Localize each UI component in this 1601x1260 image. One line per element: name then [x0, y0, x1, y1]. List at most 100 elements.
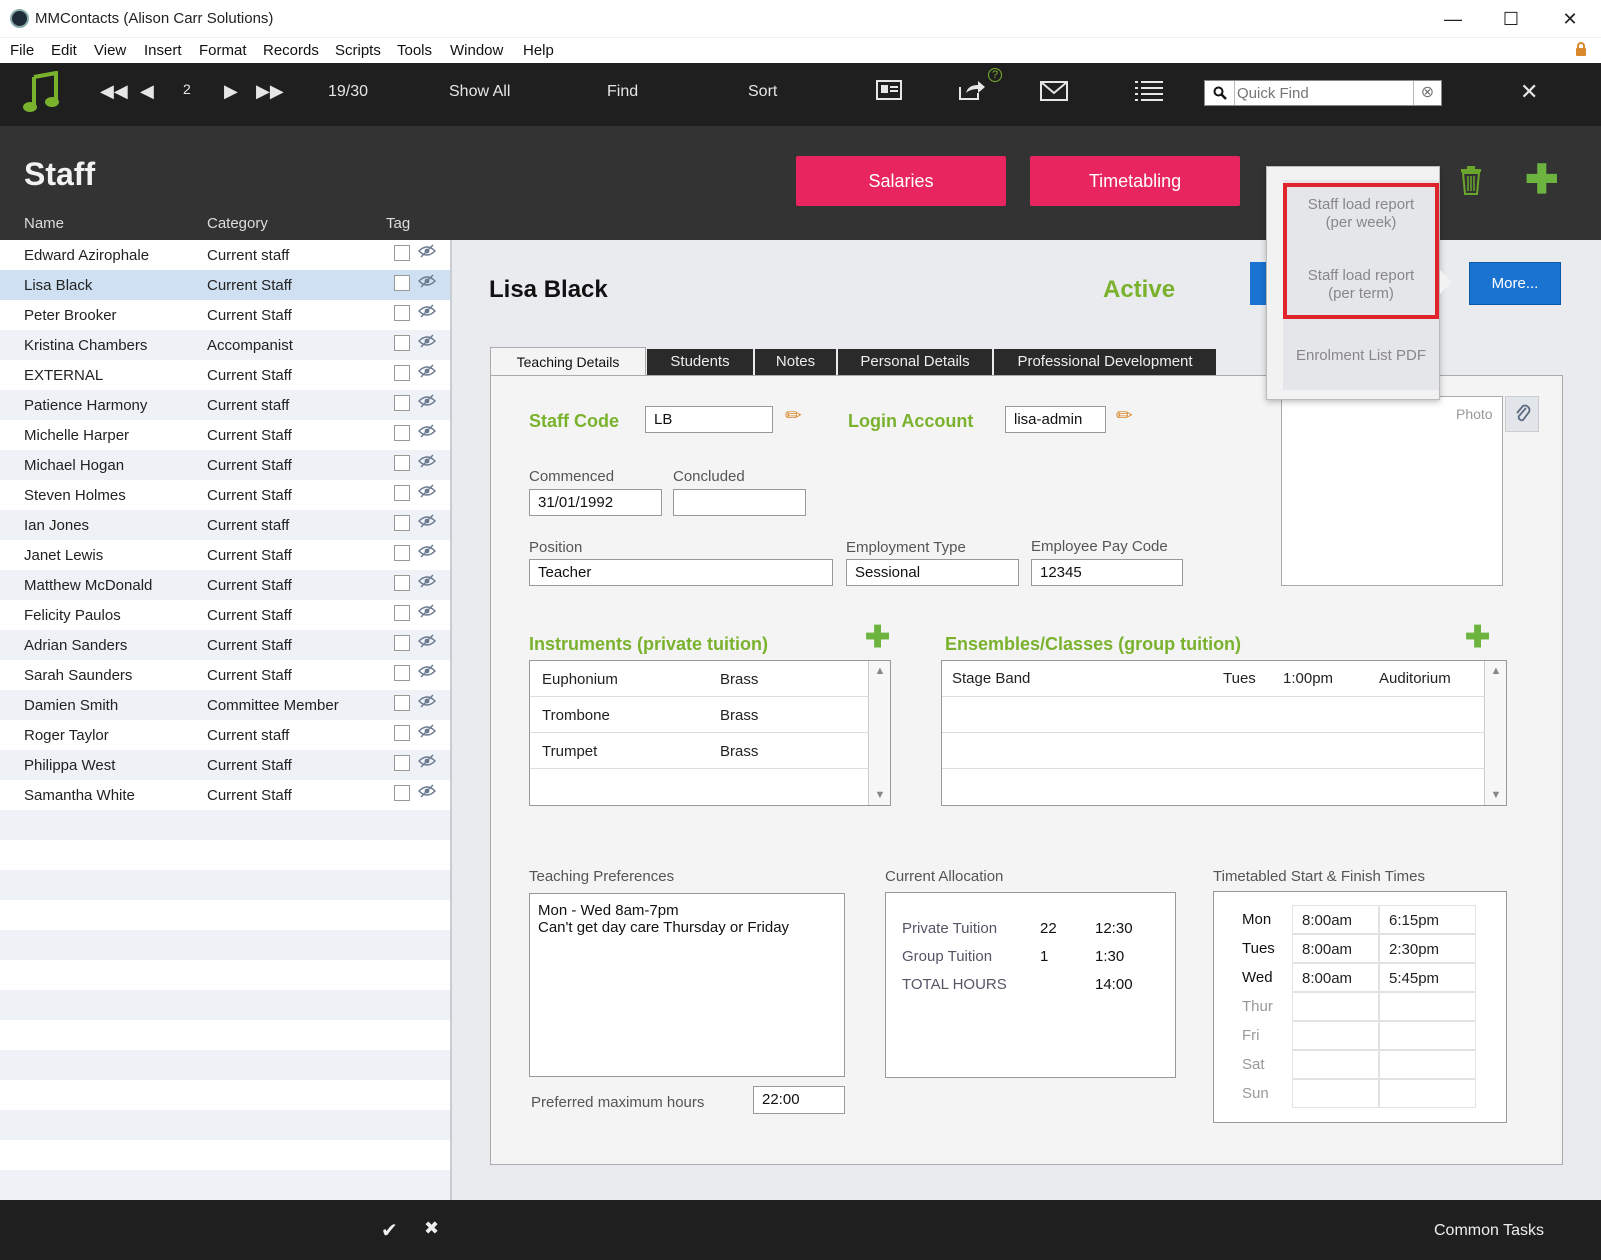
finish-time-field[interactable]: 6:15pm	[1379, 905, 1476, 934]
show-all-button[interactable]: Show All	[449, 83, 510, 101]
tag-checkbox[interactable]	[394, 365, 410, 381]
tag-checkbox[interactable]	[394, 755, 410, 771]
ensemble-row[interactable]	[942, 733, 1485, 769]
hide-eye-icon[interactable]	[418, 754, 436, 771]
list-item[interactable]: Adrian Sanders Current Staff	[0, 630, 450, 660]
tag-checkbox[interactable]	[394, 725, 410, 741]
menu-insert[interactable]: Insert	[144, 42, 182, 59]
quick-find-input[interactable]	[1237, 83, 1407, 103]
trash-icon[interactable]	[1459, 165, 1483, 202]
list-item[interactable]: Samantha White Current Staff	[0, 780, 450, 810]
tag-checkbox[interactable]	[394, 785, 410, 801]
menu-view[interactable]: View	[94, 42, 126, 59]
tab-personal-details[interactable]: Personal Details	[838, 349, 992, 375]
tag-checkbox[interactable]	[394, 575, 410, 591]
menu-scripts[interactable]: Scripts	[335, 42, 381, 59]
staff-code-field[interactable]: LB	[645, 406, 773, 433]
clear-search-icon[interactable]: ⊗	[1413, 81, 1441, 105]
tag-checkbox[interactable]	[394, 305, 410, 321]
list-item[interactable]: Michelle Harper Current Staff	[0, 420, 450, 450]
finish-time-field[interactable]: 2:30pm	[1379, 934, 1476, 963]
edit-staff-code-icon[interactable]: ✏	[785, 403, 802, 428]
first-record-icon[interactable]: ◀◀	[100, 81, 128, 102]
tag-checkbox[interactable]	[394, 695, 410, 711]
record-number[interactable]: 2	[183, 81, 191, 97]
hide-eye-icon[interactable]	[418, 244, 436, 261]
hide-eye-icon[interactable]	[418, 664, 436, 681]
list-item[interactable]: Patience Harmony Current staff	[0, 390, 450, 420]
start-time-field[interactable]: 8:00am	[1292, 963, 1379, 992]
finish-time-field[interactable]	[1379, 1021, 1476, 1050]
scroll-up-icon[interactable]: ▲	[1485, 665, 1507, 677]
tag-checkbox[interactable]	[394, 455, 410, 471]
list-item[interactable]: Matthew McDonald Current Staff	[0, 570, 450, 600]
list-item[interactable]: Damien Smith Committee Member	[0, 690, 450, 720]
close-window-button[interactable]: ✕	[1555, 6, 1585, 32]
hide-eye-icon[interactable]	[418, 544, 436, 561]
menu-file[interactable]: File	[10, 42, 34, 59]
tag-checkbox[interactable]	[394, 515, 410, 531]
list-item[interactable]: Roger Taylor Current staff	[0, 720, 450, 750]
hide-eye-icon[interactable]	[418, 274, 436, 291]
tab-students[interactable]: Students	[647, 349, 753, 375]
finish-time-field[interactable]	[1379, 992, 1476, 1021]
action-button[interactable]	[1250, 262, 1266, 305]
menu-edit[interactable]: Edit	[51, 42, 77, 59]
hide-eye-icon[interactable]	[418, 724, 436, 741]
scroll-down-icon[interactable]: ▼	[869, 789, 891, 801]
hide-eye-icon[interactable]	[418, 784, 436, 801]
column-header-name[interactable]: Name	[24, 215, 64, 232]
ensemble-row[interactable]	[942, 697, 1485, 733]
instrument-row[interactable]: Euphonium Brass	[530, 661, 869, 697]
tab-professional-development[interactable]: Professional Development	[994, 349, 1216, 375]
start-time-field[interactable]	[1292, 1079, 1379, 1108]
tag-checkbox[interactable]	[394, 335, 410, 351]
list-view-icon[interactable]	[1135, 80, 1163, 105]
menu-records[interactable]: Records	[263, 42, 319, 59]
hide-eye-icon[interactable]	[418, 304, 436, 321]
common-tasks-button[interactable]: Common Tasks	[1434, 1222, 1544, 1240]
next-record-icon[interactable]: ▶	[224, 81, 238, 102]
instrument-row-empty[interactable]	[530, 769, 869, 805]
last-record-icon[interactable]: ▶▶	[256, 81, 284, 102]
list-item[interactable]: EXTERNAL Current Staff	[0, 360, 450, 390]
contact-card-icon[interactable]	[876, 80, 902, 103]
edit-login-icon[interactable]: ✏	[1116, 403, 1133, 428]
hide-eye-icon[interactable]	[418, 604, 436, 621]
scroll-down-icon[interactable]: ▼	[1485, 789, 1507, 801]
start-time-field[interactable]	[1292, 1050, 1379, 1079]
concluded-field[interactable]	[673, 489, 806, 516]
hide-eye-icon[interactable]	[418, 364, 436, 381]
list-item[interactable]: Sarah Saunders Current Staff	[0, 660, 450, 690]
menu-tools[interactable]: Tools	[397, 42, 432, 59]
export-icon[interactable]	[958, 79, 986, 104]
instrument-row[interactable]: Trumpet Brass	[530, 733, 869, 769]
list-item[interactable]: Edward Azirophale Current staff	[0, 240, 450, 270]
minimize-button[interactable]: —	[1438, 6, 1468, 32]
position-field[interactable]: Teacher	[529, 559, 833, 586]
start-time-field[interactable]: 8:00am	[1292, 934, 1379, 963]
hide-eye-icon[interactable]	[418, 694, 436, 711]
list-item[interactable]: Steven Holmes Current Staff	[0, 480, 450, 510]
find-button[interactable]: Find	[607, 83, 638, 101]
attach-photo-button[interactable]	[1505, 396, 1539, 432]
list-item[interactable]: Peter Brooker Current Staff	[0, 300, 450, 330]
list-item[interactable]: Ian Jones Current staff	[0, 510, 450, 540]
music-note-icon[interactable]	[22, 70, 62, 118]
hide-eye-icon[interactable]	[418, 484, 436, 501]
menu-staff-load-per-term[interactable]: Staff load report (per term)	[1283, 267, 1439, 303]
add-ensemble-icon[interactable]: ✚	[1465, 620, 1490, 655]
instruments-scrollbar[interactable]: ▲ ▼	[868, 661, 890, 805]
list-item[interactable]: Kristina Chambers Accompanist	[0, 330, 450, 360]
tag-checkbox[interactable]	[394, 635, 410, 651]
employment-type-field[interactable]: Sessional	[846, 559, 1019, 586]
previous-record-icon[interactable]: ◀	[140, 81, 154, 102]
tag-checkbox[interactable]	[394, 545, 410, 561]
hide-eye-icon[interactable]	[418, 514, 436, 531]
start-time-field[interactable]: 8:00am	[1292, 905, 1379, 934]
list-item[interactable]: Janet Lewis Current Staff	[0, 540, 450, 570]
salaries-button[interactable]: Salaries	[796, 156, 1006, 206]
tab-teaching-details[interactable]: Teaching Details	[490, 347, 646, 377]
hide-eye-icon[interactable]	[418, 634, 436, 651]
revert-x-icon[interactable]: ✖	[424, 1218, 439, 1239]
